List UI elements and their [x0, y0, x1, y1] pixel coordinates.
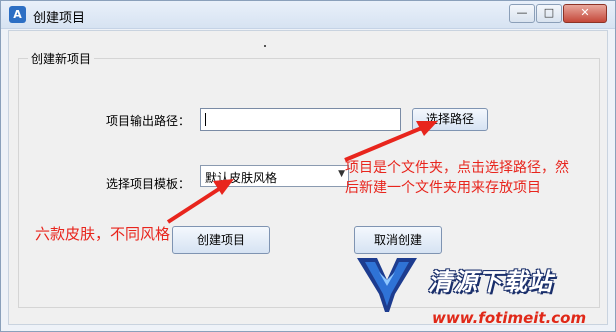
watermark-url: www.fotimeit.com: [432, 309, 587, 327]
arrow-to-browse-button: [344, 121, 438, 162]
annotation-path-line2: 后新建一个文件夹用来存放项目: [345, 180, 541, 196]
annotation-path-note: 项目是个文件夹，点击选择路径，然 后新建一个文件夹用来存放项目: [345, 158, 569, 198]
annotation-path-line1: 项目是个文件夹，点击选择路径，然: [345, 160, 569, 176]
watermark-brand: 清源下载站: [428, 268, 553, 296]
watermark-logo-icon: [357, 258, 417, 312]
annotation-skin-note: 六款皮肤，不同风格: [35, 225, 171, 243]
arrow-to-template-select: [166, 179, 234, 224]
